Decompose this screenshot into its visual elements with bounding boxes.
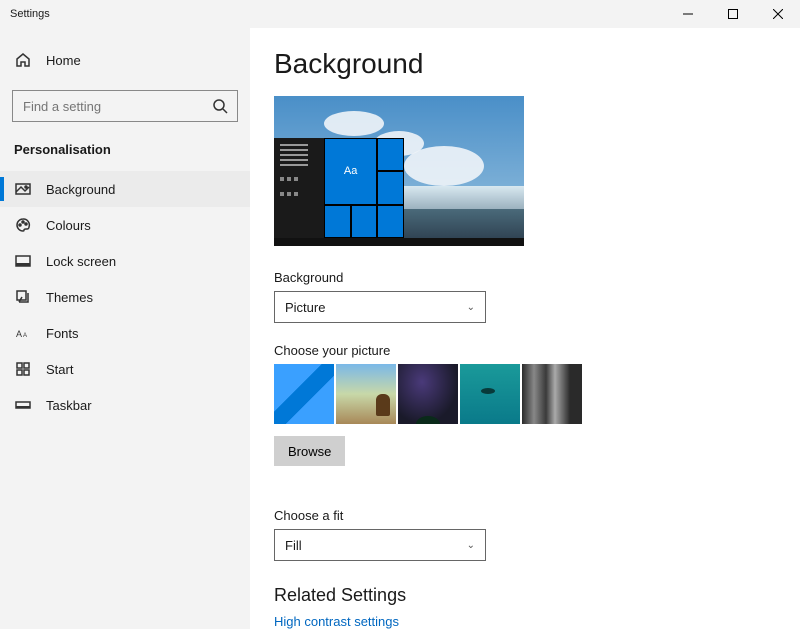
picture-thumb-5[interactable]	[522, 364, 582, 424]
sidebar-item-label: Background	[46, 182, 115, 197]
sidebar: Home Personalisation Background Colo	[0, 28, 250, 629]
close-button[interactable]	[755, 0, 800, 28]
picture-thumbnails	[274, 364, 780, 424]
fit-value: Fill	[285, 538, 302, 553]
picture-thumb-4[interactable]	[460, 364, 520, 424]
home-button[interactable]: Home	[0, 42, 250, 78]
start-icon	[14, 360, 32, 378]
sidebar-item-background[interactable]: Background	[0, 171, 250, 207]
sidebar-item-label: Colours	[46, 218, 91, 233]
sidebar-item-label: Fonts	[46, 326, 79, 341]
sidebar-item-label: Start	[46, 362, 73, 377]
search-box[interactable]	[12, 90, 238, 122]
window-controls	[665, 0, 800, 28]
browse-button[interactable]: Browse	[274, 436, 345, 466]
svg-text:A: A	[16, 329, 22, 339]
fit-select[interactable]: Fill ⌄	[274, 529, 486, 561]
picture-thumb-3[interactable]	[398, 364, 458, 424]
taskbar-icon	[14, 396, 32, 414]
sidebar-item-start[interactable]: Start	[0, 351, 250, 387]
sidebar-item-label: Themes	[46, 290, 93, 305]
fonts-icon: AA	[14, 324, 32, 342]
home-label: Home	[46, 53, 81, 68]
background-type-value: Picture	[285, 300, 325, 315]
chevron-down-icon: ⌄	[467, 540, 475, 551]
high-contrast-link[interactable]: High contrast settings	[274, 614, 780, 629]
sidebar-item-themes[interactable]: Themes	[0, 279, 250, 315]
lock-screen-icon	[14, 252, 32, 270]
picture-thumb-1[interactable]	[274, 364, 334, 424]
sidebar-item-fonts[interactable]: AA Fonts	[0, 315, 250, 351]
titlebar: Settings	[0, 0, 800, 28]
svg-text:A: A	[23, 333, 27, 339]
choose-fit-label: Choose a fit	[274, 508, 780, 523]
main-content: Background Aa	[250, 28, 800, 629]
palette-icon	[14, 216, 32, 234]
sidebar-item-label: Taskbar	[46, 398, 92, 413]
sidebar-item-colours[interactable]: Colours	[0, 207, 250, 243]
picture-thumb-2[interactable]	[336, 364, 396, 424]
minimize-button[interactable]	[665, 0, 710, 28]
background-type-select[interactable]: Picture ⌄	[274, 291, 486, 323]
maximize-button[interactable]	[710, 0, 755, 28]
sidebar-item-taskbar[interactable]: Taskbar	[0, 387, 250, 423]
window-title: Settings	[10, 8, 50, 20]
related-settings-heading: Related Settings	[274, 585, 780, 606]
background-type-label: Background	[274, 270, 780, 285]
themes-icon	[14, 288, 32, 306]
desktop-preview: Aa	[274, 96, 524, 246]
chevron-down-icon: ⌄	[467, 302, 475, 313]
sidebar-item-lock-screen[interactable]: Lock screen	[0, 243, 250, 279]
choose-picture-label: Choose your picture	[274, 343, 780, 358]
home-icon	[14, 51, 32, 69]
search-input[interactable]	[21, 98, 211, 115]
preview-tile-text: Aa	[324, 138, 377, 205]
search-icon	[211, 97, 229, 115]
picture-icon	[14, 180, 32, 198]
sidebar-section-header: Personalisation	[0, 136, 250, 171]
sidebar-item-label: Lock screen	[46, 254, 116, 269]
page-title: Background	[274, 48, 780, 80]
